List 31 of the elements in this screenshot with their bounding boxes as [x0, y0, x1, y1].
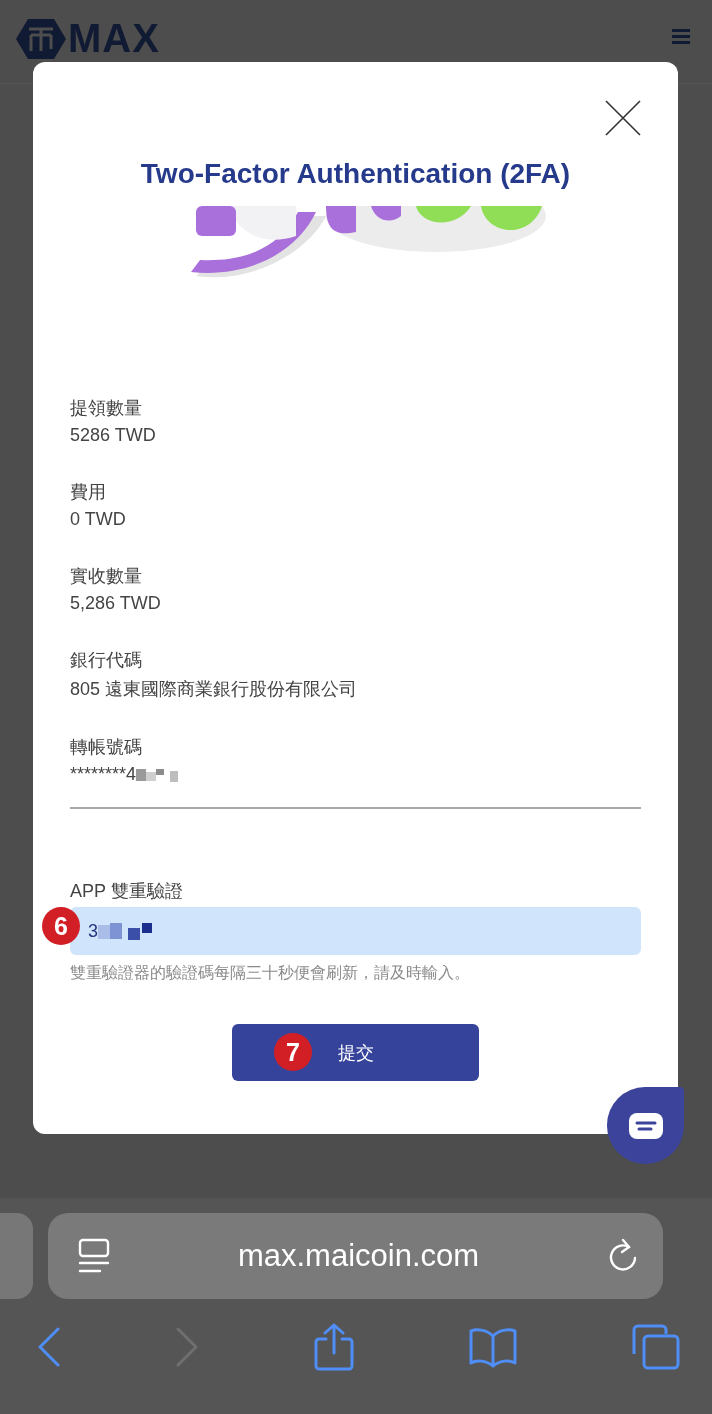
- dialog-title: Two-Factor Authentication (2FA): [139, 158, 572, 190]
- book-icon[interactable]: [467, 1326, 518, 1368]
- redaction-icon: [136, 766, 181, 783]
- field-label: 提領數量: [70, 397, 143, 420]
- tab-preview[interactable]: [0, 1213, 33, 1299]
- field-label: 轉帳號碼: [70, 736, 143, 759]
- back-icon[interactable]: [37, 1327, 61, 1367]
- address-bar[interactable]: max.maicoin.com: [48, 1213, 663, 1299]
- hint-text: 雙重驗證器的驗證碼每隔三十秒便會刷新，請及時輸入。: [70, 963, 471, 983]
- share-icon[interactable]: [313, 1323, 354, 1371]
- field-value: 5286 TWD: [70, 425, 156, 446]
- field-value: 0 TWD: [70, 509, 126, 530]
- url-text: max.maicoin.com: [237, 1238, 480, 1274]
- logo-icon: [16, 16, 66, 61]
- field-value: ********4: [70, 764, 137, 785]
- field-value: 5,286 TWD: [70, 593, 161, 614]
- code-input-field[interactable]: 3: [70, 907, 641, 955]
- step-marker: 6: [42, 907, 80, 945]
- menu-icon[interactable]: [672, 27, 690, 44]
- forward-icon[interactable]: [175, 1327, 200, 1367]
- logo-text: MAX: [68, 16, 160, 61]
- reload-icon[interactable]: [607, 1238, 639, 1274]
- field-label: APP 雙重驗證: [70, 880, 184, 903]
- field-label: 銀行代碼: [70, 649, 143, 672]
- reader-icon[interactable]: [78, 1238, 110, 1274]
- field-value: 805 遠東國際商業銀行股份有限公司: [70, 678, 358, 701]
- close-icon[interactable]: [605, 100, 641, 136]
- chat-icon: [628, 1112, 663, 1139]
- field-label: 費用: [70, 481, 107, 504]
- field-label: 實收數量: [70, 565, 143, 588]
- tabs-icon[interactable]: [632, 1324, 680, 1370]
